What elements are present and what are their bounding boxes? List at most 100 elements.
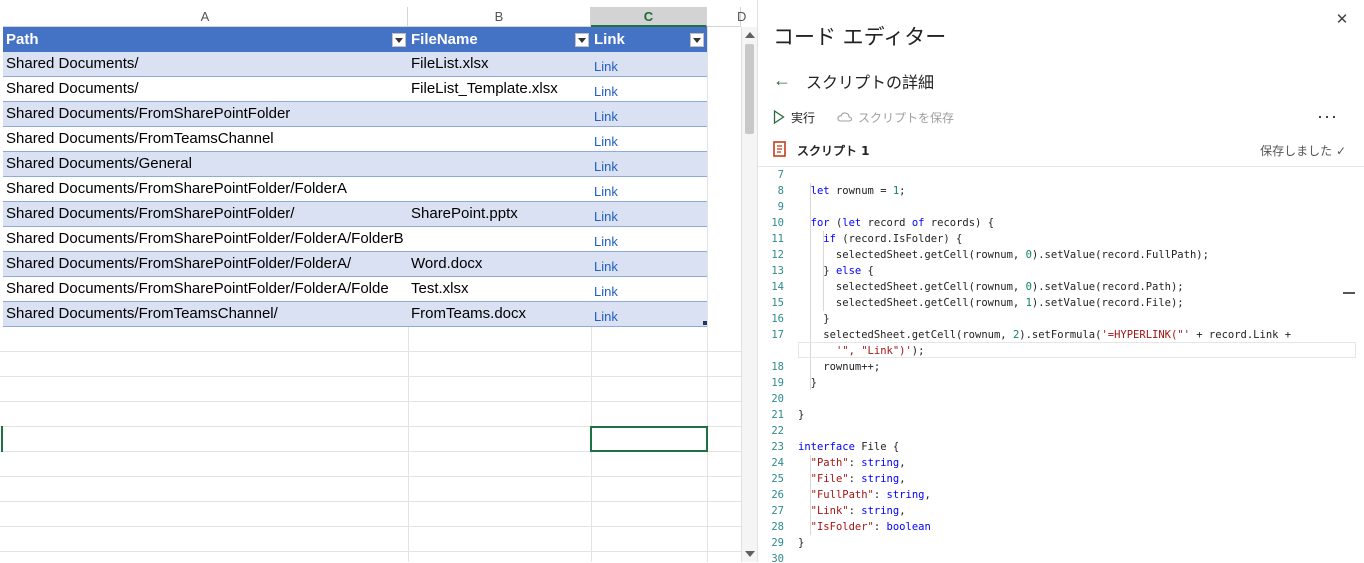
table-row[interactable]: Shared Documents/FromTeamsChannel/FromTe… xyxy=(3,302,707,327)
code-line: if (record.IsFolder) { xyxy=(823,233,963,245)
table-row[interactable]: Shared Documents/General Link xyxy=(3,152,707,177)
cell-link[interactable]: Link xyxy=(591,227,618,251)
scrollbar-thumb[interactable] xyxy=(745,44,754,134)
header-path: Path xyxy=(6,31,39,48)
cell-path[interactable]: Shared Documents/FromSharePointFolder/Fo… xyxy=(3,277,389,301)
cell-link[interactable]: Link xyxy=(591,77,618,101)
line-number: 8 xyxy=(777,185,784,197)
cell-filename[interactable]: FileList_Template.xlsx xyxy=(408,77,558,101)
cell-path[interactable]: Shared Documents/General xyxy=(3,152,192,176)
line-number: 15 xyxy=(771,297,784,309)
cell-link[interactable]: Link xyxy=(591,152,618,176)
cell-filename[interactable]: SharePoint.pptx xyxy=(408,202,518,226)
selected-cell[interactable] xyxy=(590,426,708,452)
table-row[interactable]: Shared Documents/FromSharePointFolder Lin… xyxy=(3,102,707,127)
code-line: "Path": string, xyxy=(810,457,906,469)
cell-path[interactable]: Shared Documents/FromSharePointFolder/Fo… xyxy=(3,227,404,251)
column-header-c[interactable]: C xyxy=(591,7,707,27)
cell-link[interactable]: Link xyxy=(591,202,618,226)
run-button[interactable]: 実行 xyxy=(773,108,815,128)
code-line: } xyxy=(798,409,805,421)
line-number: 29 xyxy=(771,537,784,549)
cloud-save-icon xyxy=(837,112,853,122)
code-line: } xyxy=(798,537,805,549)
column-header-a[interactable]: A xyxy=(3,7,408,27)
code-line: '", "Link")'); xyxy=(835,345,925,357)
code-line: "IsFolder": boolean xyxy=(810,521,931,533)
cell-filename[interactable]: Word.docx xyxy=(408,252,482,276)
line-number: 10 xyxy=(771,217,784,229)
vertical-scrollbar[interactable] xyxy=(741,27,757,562)
cell-link[interactable]: Link xyxy=(591,52,618,76)
line-number: 27 xyxy=(771,505,784,517)
cell-filename[interactable] xyxy=(408,102,411,126)
cell-link[interactable]: Link xyxy=(591,277,618,301)
column-header-b[interactable]: B xyxy=(408,7,591,27)
script-name: スクリプト 1 xyxy=(797,144,870,158)
cell-link[interactable]: Link xyxy=(591,252,618,276)
save-script-label: スクリプトを保存 xyxy=(858,111,955,125)
cell-path[interactable]: Shared Documents/ xyxy=(3,77,139,101)
column-header-d[interactable]: D xyxy=(707,7,746,27)
code-line: } xyxy=(798,377,817,389)
play-icon xyxy=(773,109,785,125)
scroll-down-icon[interactable] xyxy=(745,551,755,557)
code-line: interface File { xyxy=(798,441,900,453)
filter-dropdown-icon[interactable] xyxy=(690,33,704,47)
run-label: 実行 xyxy=(791,111,816,125)
cell-path[interactable]: Shared Documents/FromSharePointFolder xyxy=(3,102,290,126)
cell-filename[interactable]: FileList.xlsx xyxy=(408,52,489,76)
cell-link[interactable]: Link xyxy=(591,127,618,151)
cell-path[interactable]: Shared Documents/FromTeamsChannel/ xyxy=(3,302,278,326)
table-row[interactable]: Shared Documents/FromTeamsChannel Link xyxy=(3,127,707,152)
more-options-icon[interactable]: ··· xyxy=(1317,106,1338,127)
line-number: 12 xyxy=(771,249,784,261)
cell-link[interactable]: Link xyxy=(591,102,618,126)
line-number: 20 xyxy=(771,393,784,405)
close-icon[interactable]: ✕ xyxy=(1335,10,1349,28)
cell-filename[interactable] xyxy=(408,127,411,151)
cell-link[interactable]: Link xyxy=(591,177,618,201)
cell-path[interactable]: Shared Documents/FromSharePointFolder/Fo… xyxy=(3,177,347,201)
code-line: let rownum = 1; xyxy=(810,185,906,197)
line-number: 7 xyxy=(777,169,784,181)
code-line: rownum++; xyxy=(798,361,881,373)
cell-filename[interactable]: FromTeams.docx xyxy=(408,302,526,326)
spreadsheet: A B C D Path FileName Link Shared Docume… xyxy=(0,0,757,562)
line-number: 22 xyxy=(771,425,784,437)
filter-dropdown-icon[interactable] xyxy=(575,33,589,47)
saved-status: 保存しました ✓ xyxy=(1260,144,1346,158)
table-row[interactable]: Shared Documents/FromSharePointFolder/Fo… xyxy=(3,177,707,202)
table-row[interactable]: Shared Documents/FromSharePointFolder/Sh… xyxy=(3,202,707,227)
cell-filename[interactable] xyxy=(408,177,411,201)
cell-path[interactable]: Shared Documents/FromSharePointFolder/Fo… xyxy=(3,252,351,276)
save-script-button[interactable]: スクリプトを保存 xyxy=(837,108,954,128)
table-row[interactable]: Shared Documents/FromSharePointFolder/Fo… xyxy=(3,227,707,252)
line-number: 24 xyxy=(771,457,784,469)
table-row[interactable]: Shared Documents/FromSharePointFolder/Fo… xyxy=(3,277,707,302)
table-row[interactable]: Shared Documents/FileList.xlsx Link xyxy=(3,52,707,77)
cell-filename[interactable] xyxy=(408,227,411,251)
cell-path[interactable]: Shared Documents/FromTeamsChannel xyxy=(3,127,274,151)
line-number: 9 xyxy=(777,201,784,213)
table-row[interactable]: Shared Documents/FileList_Template.xlsx L… xyxy=(3,77,707,102)
code-area[interactable]: 7 8 let rownum = 1; 9 10 for (let record of… xyxy=(758,166,1364,563)
cell-filename[interactable] xyxy=(408,152,411,176)
scroll-up-icon[interactable] xyxy=(745,32,755,38)
editor-toolbar: 実行 スクリプトを保存 xyxy=(773,108,1353,128)
code-line: selectedSheet.getCell(rownum, 2).setForm… xyxy=(798,329,1292,341)
table-resize-handle[interactable] xyxy=(703,321,707,325)
cell-path[interactable]: Shared Documents/FromSharePointFolder/ xyxy=(3,202,294,226)
cell-link[interactable]: Link xyxy=(591,302,618,326)
table-row[interactable]: Shared Documents/FromSharePointFolder/Fo… xyxy=(3,252,707,277)
pane-title: コード エディター xyxy=(773,25,947,49)
line-number: 19 xyxy=(771,377,784,389)
filter-dropdown-icon[interactable] xyxy=(392,33,406,47)
cell-filename[interactable]: Test.xlsx xyxy=(408,277,469,301)
code-line: "FullPath": string, xyxy=(810,489,931,501)
line-number: 28 xyxy=(771,521,784,533)
cell-path[interactable]: Shared Documents/ xyxy=(3,52,139,76)
line-number: 13 xyxy=(771,265,784,277)
back-arrow-icon[interactable]: ← xyxy=(773,70,791,91)
line-number: 25 xyxy=(771,473,784,485)
